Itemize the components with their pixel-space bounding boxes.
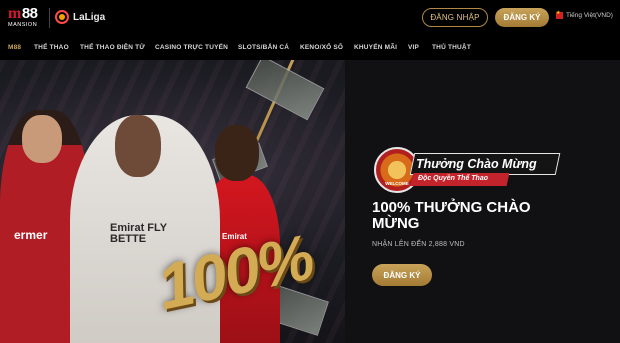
laliga-label: LaLiga [73, 11, 106, 23]
player-left-head [22, 115, 62, 163]
player-center-head [115, 115, 161, 177]
header-divider [49, 8, 50, 28]
nav-item-slots[interactable]: SLOTS/BẮN CÁ [238, 44, 289, 51]
site-header: m 88 MANSION LaLiga ĐĂNG NHẬP ĐĂNG KÝ Ti… [0, 0, 620, 36]
promo-ribbon-title: Thưởng Chào Mừng [416, 157, 537, 171]
shirt-sponsor-left: ermer [14, 228, 48, 242]
nav-item-tips[interactable]: THỦ THUẬT [432, 44, 471, 51]
promo-register-button[interactable]: ĐĂNG KÝ [372, 264, 432, 286]
player-right-head [215, 125, 259, 181]
promo-ribbon-subtitle: Độc Quyền Thể Thao [418, 175, 489, 182]
language-label: Tiếng Việt(VND) [566, 12, 613, 19]
logo-88: 88 [21, 5, 38, 22]
logo-subtitle: MANSION [8, 22, 38, 28]
nav-item-vip[interactable]: VIP [408, 44, 419, 51]
vn-flag-icon [556, 10, 563, 19]
register-button[interactable]: ĐĂNG KÝ [495, 8, 549, 27]
promo-subline: NHẬN LÊN ĐẾN 2,888 VND [372, 241, 465, 248]
laliga-icon [55, 10, 69, 24]
logo-m: m [8, 5, 21, 22]
nav-item-esports[interactable]: THỂ THAO ĐIỆN TỬ [80, 44, 145, 51]
nav-item-promotions[interactable]: KHUYẾN MÃI [354, 44, 397, 51]
laliga-partner: LaLiga [55, 10, 105, 24]
main-nav: M88 THỂ THAO THỂ THAO ĐIỆN TỬ CASINO TRỰ… [0, 36, 620, 60]
m88-logo[interactable]: m 88 MANSION [8, 6, 44, 30]
logo-mark: m 88 [8, 5, 44, 22]
language-selector[interactable]: Tiếng Việt(VND) [556, 10, 613, 19]
login-button[interactable]: ĐĂNG NHẬP [422, 8, 488, 27]
nav-item-keno[interactable]: KENO/XỔ SỐ [300, 44, 343, 51]
nav-item-casino[interactable]: CASINO TRỰC TUYẾN [155, 44, 228, 51]
promo-headline: 100% THƯỞNG CHÀO MỪNG [372, 199, 531, 232]
nav-item-m88[interactable]: M88 [8, 44, 21, 51]
nav-item-the-thao[interactable]: THỂ THAO [34, 44, 69, 51]
shirt-sponsor-center: Emirat FLY BETTE [110, 222, 167, 245]
